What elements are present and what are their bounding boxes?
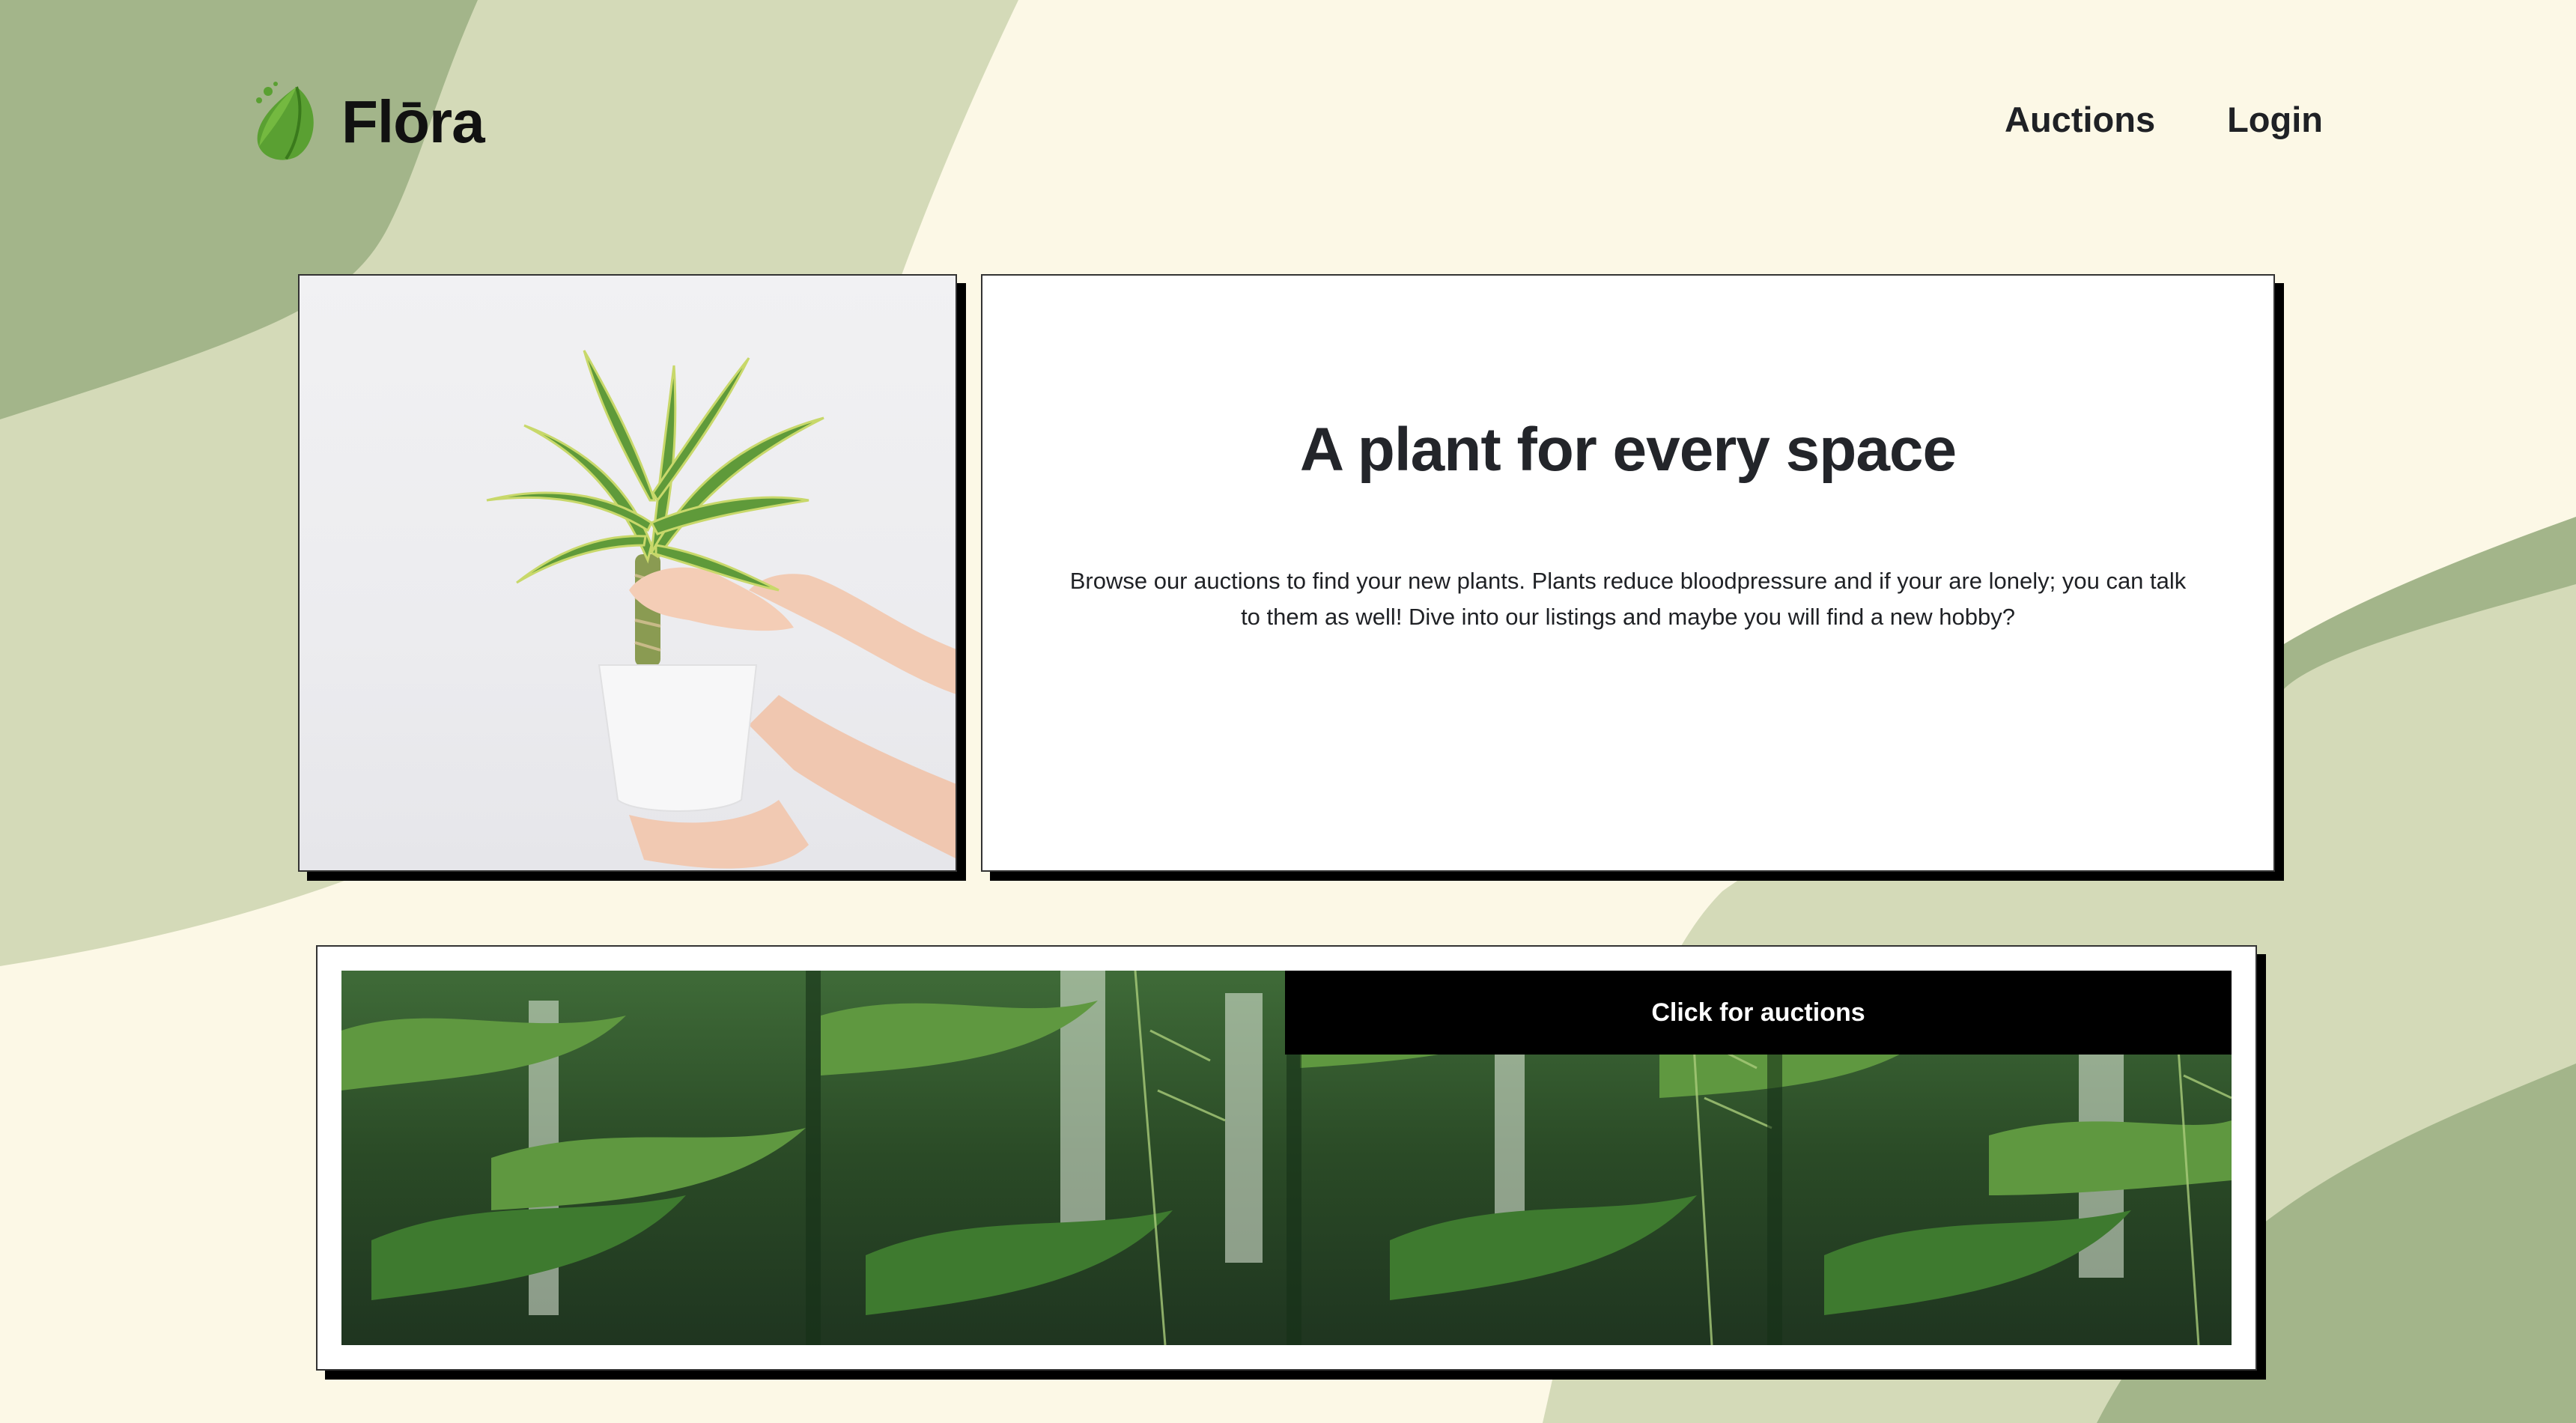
banner-image: Click for auctions xyxy=(341,971,2232,1345)
nav-auctions-link[interactable]: Auctions xyxy=(2005,102,2155,137)
nav-login-link[interactable]: Login xyxy=(2227,102,2323,137)
hero-title: A plant for every space xyxy=(1299,416,1957,484)
click-for-auctions-button[interactable]: Click for auctions xyxy=(1285,971,2232,1055)
hero-image-card xyxy=(298,274,957,872)
leaf-icon xyxy=(256,82,314,160)
site-header: Flōra Auctions Login xyxy=(0,0,2576,247)
hero-description: Browse our auctions to find your new pla… xyxy=(1069,568,2187,630)
main-nav: Auctions Login xyxy=(2005,102,2323,137)
hero-text-card: A plant for every space Browse our aucti… xyxy=(981,274,2275,872)
brand-name: Flōra xyxy=(341,88,485,155)
auction-banner-card: Click for auctions xyxy=(316,945,2257,1371)
brand-logo[interactable]: Flōra xyxy=(253,81,485,163)
plant-photo xyxy=(486,350,956,869)
